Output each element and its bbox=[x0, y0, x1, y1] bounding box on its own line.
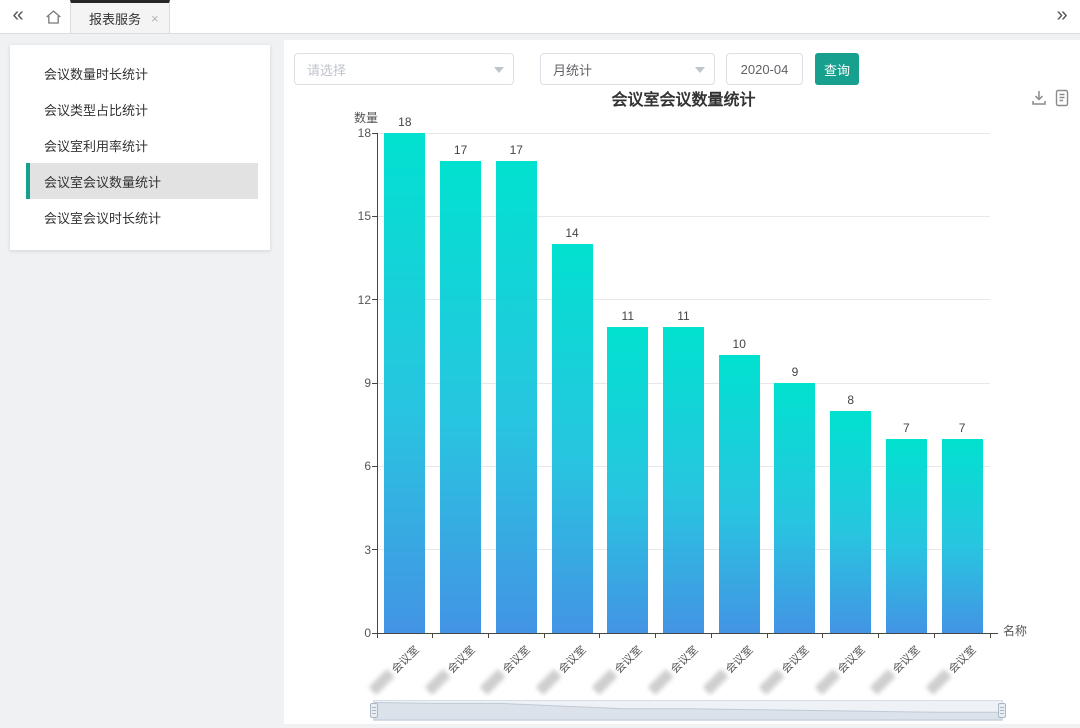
y-tick-label: 0 bbox=[331, 626, 371, 640]
blurred-room-name bbox=[480, 669, 506, 695]
x-category-label-text: 会议室 bbox=[613, 644, 645, 676]
blurred-room-name bbox=[368, 669, 394, 695]
blurred-room-name bbox=[870, 669, 896, 695]
main-panel: 请选择 月统计 查询 会议室会议数量统计 数量036912151818会议室17… bbox=[284, 40, 1080, 724]
datazoom-handle[interactable] bbox=[370, 703, 378, 718]
gridline bbox=[377, 133, 990, 134]
x-axis-tick bbox=[934, 633, 935, 638]
bar[interactable] bbox=[719, 355, 760, 633]
bar-value-label: 11 bbox=[600, 309, 656, 323]
bar[interactable] bbox=[830, 411, 871, 633]
tab-report-service[interactable]: 报表服务 × bbox=[70, 0, 170, 33]
x-category-label-text: 会议室 bbox=[891, 644, 923, 676]
tab-label: 报表服务 bbox=[89, 9, 141, 28]
bar-value-label: 18 bbox=[377, 115, 433, 129]
tab-close-icon[interactable]: × bbox=[151, 11, 159, 26]
x-axis-tick bbox=[990, 633, 991, 638]
topbar-spacer bbox=[170, 0, 1044, 33]
x-axis-tick bbox=[767, 633, 768, 638]
y-tick-label: 9 bbox=[331, 376, 371, 390]
bar[interactable] bbox=[496, 161, 537, 633]
sidebar: 会议数量时长统计 会议类型占比统计 会议室利用率统计 会议室会议数量统计 会议室… bbox=[10, 45, 270, 250]
bar-value-label: 14 bbox=[544, 226, 600, 240]
sidebar-item-room-meeting-count-stats[interactable]: 会议室会议数量统计 bbox=[26, 163, 258, 199]
x-category-label-text: 会议室 bbox=[780, 644, 812, 676]
x-category-label-text: 会议室 bbox=[668, 644, 700, 676]
bar[interactable] bbox=[942, 439, 983, 633]
collapse-sidebar-icon[interactable]: « bbox=[0, 0, 36, 33]
home-icon-glyph bbox=[45, 9, 62, 25]
x-axis-tick bbox=[878, 633, 879, 638]
blurred-room-name bbox=[926, 669, 952, 695]
datazoom-handle[interactable] bbox=[998, 703, 1006, 718]
home-icon[interactable] bbox=[36, 0, 70, 33]
x-category-label-text: 会议室 bbox=[390, 644, 422, 676]
datazoom-slider[interactable] bbox=[373, 700, 1003, 721]
y-tick-label: 18 bbox=[331, 126, 371, 140]
x-axis-tick bbox=[544, 633, 545, 638]
bar-value-label: 7 bbox=[934, 421, 990, 435]
bar-value-label: 7 bbox=[879, 421, 935, 435]
bar[interactable] bbox=[607, 327, 648, 633]
bar-value-label: 10 bbox=[711, 337, 767, 351]
blurred-room-name bbox=[703, 669, 729, 695]
sidebar-item-room-utilization-stats[interactable]: 会议室利用率统计 bbox=[26, 127, 258, 163]
blurred-room-name bbox=[536, 669, 562, 695]
x-category-label-text: 会议室 bbox=[557, 644, 589, 676]
bar[interactable] bbox=[774, 383, 815, 633]
bar-value-label: 11 bbox=[656, 309, 712, 323]
x-category-label-text: 会议室 bbox=[724, 644, 756, 676]
x-category-label-text: 会议室 bbox=[947, 644, 979, 676]
y-tick-label: 15 bbox=[331, 209, 371, 223]
x-category-label-text: 会议室 bbox=[445, 644, 477, 676]
sidebar-item-meeting-type-ratio-stats[interactable]: 会议类型占比统计 bbox=[26, 91, 258, 127]
blurred-room-name bbox=[424, 669, 450, 695]
y-tick-label: 3 bbox=[331, 543, 371, 557]
bar-value-label: 17 bbox=[488, 143, 544, 157]
x-axis-tick bbox=[655, 633, 656, 638]
topbar: « 报表服务 × » bbox=[0, 0, 1080, 34]
bar[interactable] bbox=[886, 439, 927, 633]
bar-value-label: 8 bbox=[823, 393, 879, 407]
bar[interactable] bbox=[440, 161, 481, 633]
bar[interactable] bbox=[663, 327, 704, 633]
bar[interactable] bbox=[552, 244, 593, 633]
x-axis-name: 名称 bbox=[1003, 622, 1027, 639]
y-axis-name: 数量 bbox=[354, 109, 378, 126]
datazoom-data-shadow bbox=[374, 701, 1002, 720]
blurred-room-name bbox=[591, 669, 617, 695]
x-axis-tick bbox=[377, 633, 378, 638]
y-tick-label: 6 bbox=[331, 459, 371, 473]
expand-tabs-icon[interactable]: » bbox=[1044, 0, 1080, 33]
x-axis-tick bbox=[599, 633, 600, 638]
x-category-label-text: 会议室 bbox=[835, 644, 867, 676]
y-axis-line bbox=[377, 133, 378, 633]
sidebar-item-room-meeting-duration-stats[interactable]: 会议室会议时长统计 bbox=[26, 199, 258, 235]
bar[interactable] bbox=[384, 133, 425, 633]
bar-value-label: 9 bbox=[767, 365, 823, 379]
bar-value-label: 17 bbox=[433, 143, 489, 157]
y-tick-label: 12 bbox=[331, 293, 371, 307]
x-axis-tick bbox=[488, 633, 489, 638]
sidebar-item-meeting-count-duration-stats[interactable]: 会议数量时长统计 bbox=[26, 55, 258, 91]
bar-chart: 数量 0 3 6 9 12 15 18 18 会议室 17 会议室 17 会议室 14 会议室 11 会议室 11 会… bbox=[284, 40, 1080, 724]
x-axis-tick bbox=[432, 633, 433, 638]
x-category-label-text: 会议室 bbox=[501, 644, 533, 676]
blurred-room-name bbox=[647, 669, 673, 695]
x-axis-tick bbox=[711, 633, 712, 638]
x-axis-tick bbox=[822, 633, 823, 638]
blurred-room-name bbox=[814, 669, 840, 695]
blurred-room-name bbox=[759, 669, 785, 695]
